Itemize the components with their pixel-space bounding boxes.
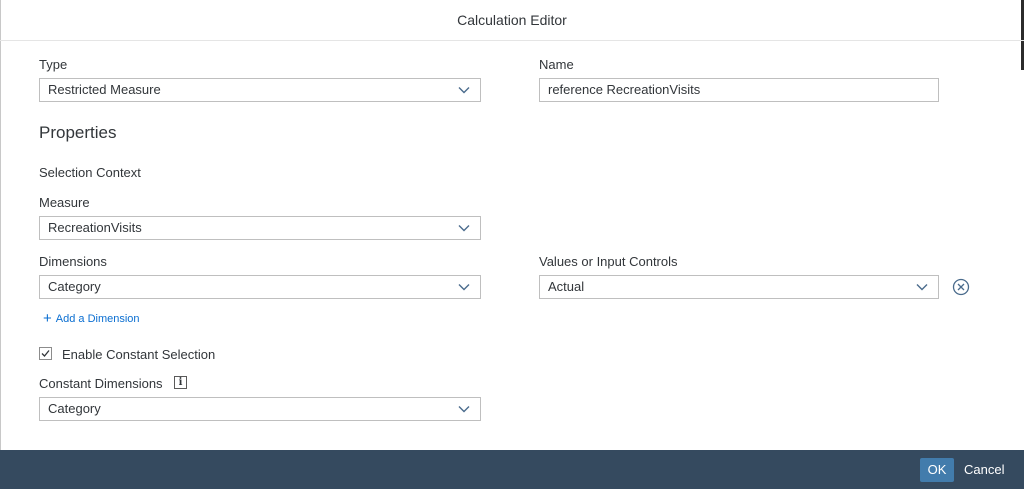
constant-selection-checkbox[interactable] [39, 347, 52, 360]
add-dimension-link[interactable]: + Add a Dimension [43, 311, 140, 326]
type-label: Type [39, 57, 68, 72]
dimensions-label: Dimensions [39, 254, 107, 269]
selection-context-label: Selection Context [39, 165, 141, 180]
values-controls-select-value: Actual [548, 279, 585, 294]
calculation-editor-dialog: Calculation Editor Type Restricted Measu… [0, 0, 1024, 489]
constant-dimensions-select[interactable]: Category [39, 397, 481, 421]
chevron-down-icon[interactable] [458, 84, 470, 96]
chevron-down-icon[interactable] [458, 281, 470, 293]
measure-label: Measure [39, 195, 90, 210]
dimensions-select-value: Category [48, 279, 101, 294]
plus-icon: + [43, 310, 52, 327]
measure-select[interactable]: RecreationVisits [39, 216, 481, 240]
chevron-down-icon[interactable] [458, 403, 470, 415]
name-input[interactable]: reference RecreationVisits [539, 78, 939, 102]
cancel-button[interactable]: Cancel [964, 458, 1004, 482]
values-controls-select[interactable]: Actual [539, 275, 939, 299]
type-select[interactable]: Restricted Measure [39, 78, 481, 102]
measure-select-value: RecreationVisits [48, 220, 142, 235]
dimensions-select[interactable]: Category [39, 275, 481, 299]
dialog-footer [0, 450, 1024, 489]
dialog-header: Calculation Editor [0, 0, 1024, 41]
ok-button[interactable]: OK [920, 458, 954, 482]
name-input-value: reference RecreationVisits [548, 82, 701, 97]
remove-value-icon[interactable] [952, 278, 970, 296]
constant-dimensions-select-value: Category [48, 401, 101, 416]
properties-title: Properties [39, 123, 117, 142]
add-dimension-label: Add a Dimension [55, 312, 140, 325]
chevron-down-icon[interactable] [458, 222, 470, 234]
values-controls-label: Values or Input Controls [539, 254, 678, 269]
chevron-down-icon[interactable] [916, 281, 928, 293]
dialog-left-border [0, 0, 1, 450]
constant-dimensions-label: Constant Dimensions [39, 376, 163, 391]
constant-selection-label: Enable Constant Selection [62, 347, 216, 362]
dialog-title: Calculation Editor [457, 12, 567, 28]
name-label: Name [539, 57, 574, 72]
info-icon[interactable]: i [174, 376, 187, 389]
type-select-value: Restricted Measure [48, 82, 161, 97]
